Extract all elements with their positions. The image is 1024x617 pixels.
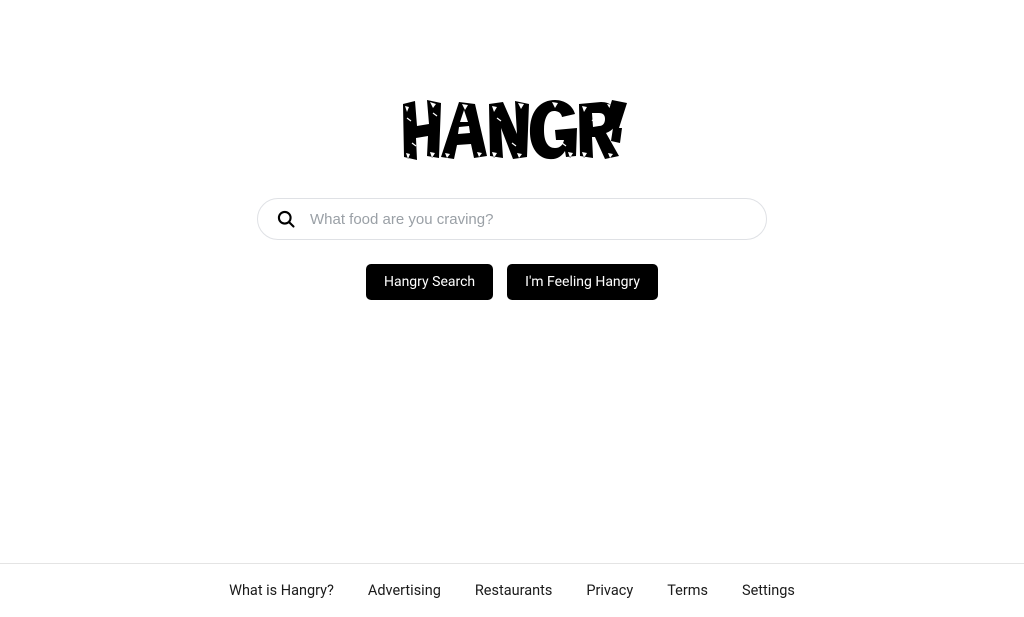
main-content: Hangry Search I'm Feeling Hangry [0,0,1024,563]
feeling-hangry-button[interactable]: I'm Feeling Hangry [507,264,658,300]
footer: What is Hangry? Advertising Restaurants … [0,563,1024,617]
footer-link-terms[interactable]: Terms [667,582,708,599]
hangry-search-button[interactable]: Hangry Search [366,264,493,300]
search-input[interactable] [310,211,748,228]
footer-link-privacy[interactable]: Privacy [586,582,633,599]
footer-link-settings[interactable]: Settings [742,582,795,599]
footer-link-restaurants[interactable]: Restaurants [475,582,552,599]
search-bar[interactable] [257,198,767,240]
footer-link-what-is[interactable]: What is Hangry? [229,582,334,599]
button-row: Hangry Search I'm Feeling Hangry [366,264,658,300]
search-icon [276,209,296,229]
logo [397,98,627,168]
footer-link-advertising[interactable]: Advertising [368,582,441,599]
